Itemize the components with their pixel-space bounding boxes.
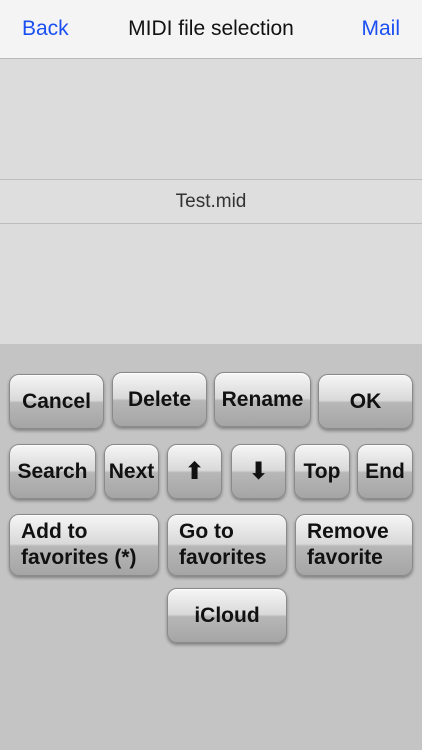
- mail-button[interactable]: Mail: [361, 17, 400, 41]
- end-button[interactable]: End: [357, 444, 413, 499]
- remove-favorite-button[interactable]: Remove favorite: [295, 514, 413, 576]
- delete-button[interactable]: Delete: [112, 372, 207, 427]
- file-list[interactable]: Test.mid: [0, 59, 422, 344]
- arrow-up-icon: ⬆: [184, 458, 205, 485]
- file-list-item[interactable]: Test.mid: [0, 179, 422, 224]
- search-button[interactable]: Search: [9, 444, 96, 499]
- add-to-favorites-button[interactable]: Add to favorites (*): [9, 514, 159, 576]
- cancel-button[interactable]: Cancel: [9, 374, 104, 429]
- up-arrow-button[interactable]: ⬆: [167, 444, 222, 499]
- next-button[interactable]: Next: [104, 444, 159, 499]
- navigation-bar: Back MIDI file selection Mail: [0, 0, 422, 59]
- icloud-button[interactable]: iCloud: [167, 588, 287, 643]
- down-arrow-button[interactable]: ⬇: [231, 444, 286, 499]
- button-panel: Cancel Delete Rename OK Search Next ⬆ ⬇ …: [0, 344, 422, 750]
- go-to-favorites-button[interactable]: Go to favorites: [167, 514, 287, 576]
- page-title: MIDI file selection: [128, 17, 294, 40]
- arrow-down-icon: ⬇: [248, 458, 269, 485]
- top-button[interactable]: Top: [294, 444, 350, 499]
- rename-button[interactable]: Rename: [214, 372, 311, 427]
- ok-button[interactable]: OK: [318, 374, 413, 429]
